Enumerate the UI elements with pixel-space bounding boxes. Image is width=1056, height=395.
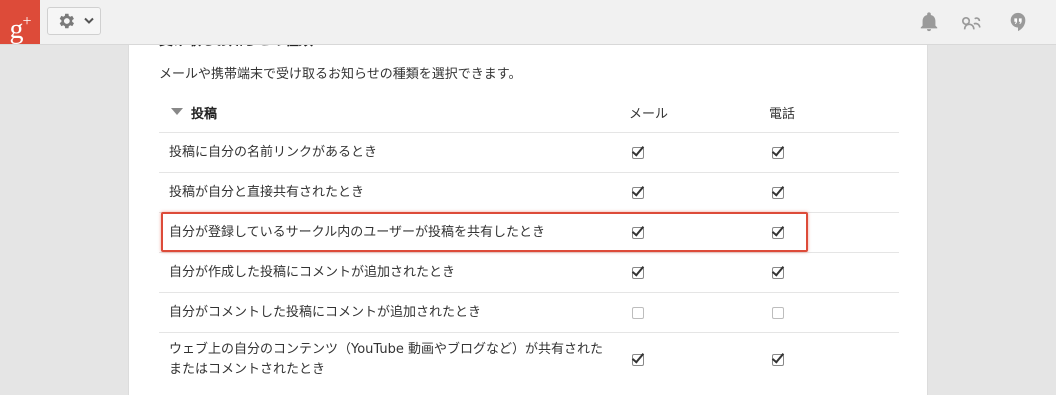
notification-row: 自分が作成した投稿にコメントが追加されたとき (159, 253, 899, 293)
email-checkbox[interactable] (632, 147, 644, 159)
row-label: 投稿に自分の名前リンクがあるとき (169, 144, 378, 160)
row-label: 自分が登録しているサークル内のユーザーが投稿を共有したとき (169, 224, 545, 240)
settings-panel: 受け取るお知らせの種類 メールや携帯端末で受け取るお知らせの種類を選択できます。… (128, 0, 928, 395)
notification-row: ウェブ上の自分のコンテンツ（YouTube 動画やブログなど）が共有されたまたは… (159, 333, 899, 387)
bell-icon[interactable] (918, 11, 940, 33)
email-checkbox[interactable] (632, 307, 644, 319)
group-toggle-posts[interactable]: 投稿 (159, 100, 217, 124)
hangouts-icon[interactable] (1007, 11, 1029, 33)
row-label: 投稿が自分と直接共有されたとき (169, 184, 365, 200)
row-label: ウェブ上の自分のコンテンツ（YouTube 動画やブログなど）が共有されたまたは… (169, 342, 603, 377)
notification-row: 投稿が自分と直接共有されたとき (159, 173, 899, 213)
notification-row: 自分がコメントした投稿にコメントが追加されたとき (159, 293, 899, 333)
google-plus-logo[interactable]: g+ (0, 0, 40, 45)
column-header-phone: 電話 (769, 107, 796, 122)
share-icon[interactable] (961, 11, 983, 33)
gear-icon (59, 13, 74, 29)
email-checkbox[interactable] (632, 187, 644, 199)
phone-checkbox[interactable] (772, 227, 784, 239)
phone-checkbox[interactable] (772, 267, 784, 279)
section-description: メールや携帯端末で受け取るお知らせの種類を選択できます。 (159, 67, 522, 82)
triangle-down-icon (171, 108, 183, 115)
phone-checkbox[interactable] (772, 147, 784, 159)
phone-checkbox[interactable] (772, 354, 784, 366)
email-checkbox[interactable] (632, 227, 644, 239)
row-label: 自分が作成した投稿にコメントが追加されたとき (169, 264, 456, 280)
row-label: 自分がコメントした投稿にコメントが追加されたとき (169, 304, 482, 320)
notification-rows: 投稿に自分の名前リンクがあるとき 投稿が自分と直接共有されたとき 自分が登録して… (159, 133, 899, 387)
column-header-email: メール (629, 107, 669, 122)
phone-checkbox[interactable] (772, 187, 784, 199)
settings-menu-button[interactable] (47, 7, 101, 35)
phone-checkbox[interactable] (772, 307, 784, 319)
top-bar: g+ (0, 0, 1056, 45)
notification-row: 自分が登録しているサークル内のユーザーが投稿を共有したとき (159, 213, 899, 253)
chevron-down-icon (84, 17, 94, 24)
notification-row: 投稿に自分の名前リンクがあるとき (159, 133, 899, 173)
email-checkbox[interactable] (632, 267, 644, 279)
group-label: 投稿 (191, 106, 218, 122)
group-header: 投稿 メール 電話 (159, 100, 899, 133)
email-checkbox[interactable] (632, 354, 644, 366)
